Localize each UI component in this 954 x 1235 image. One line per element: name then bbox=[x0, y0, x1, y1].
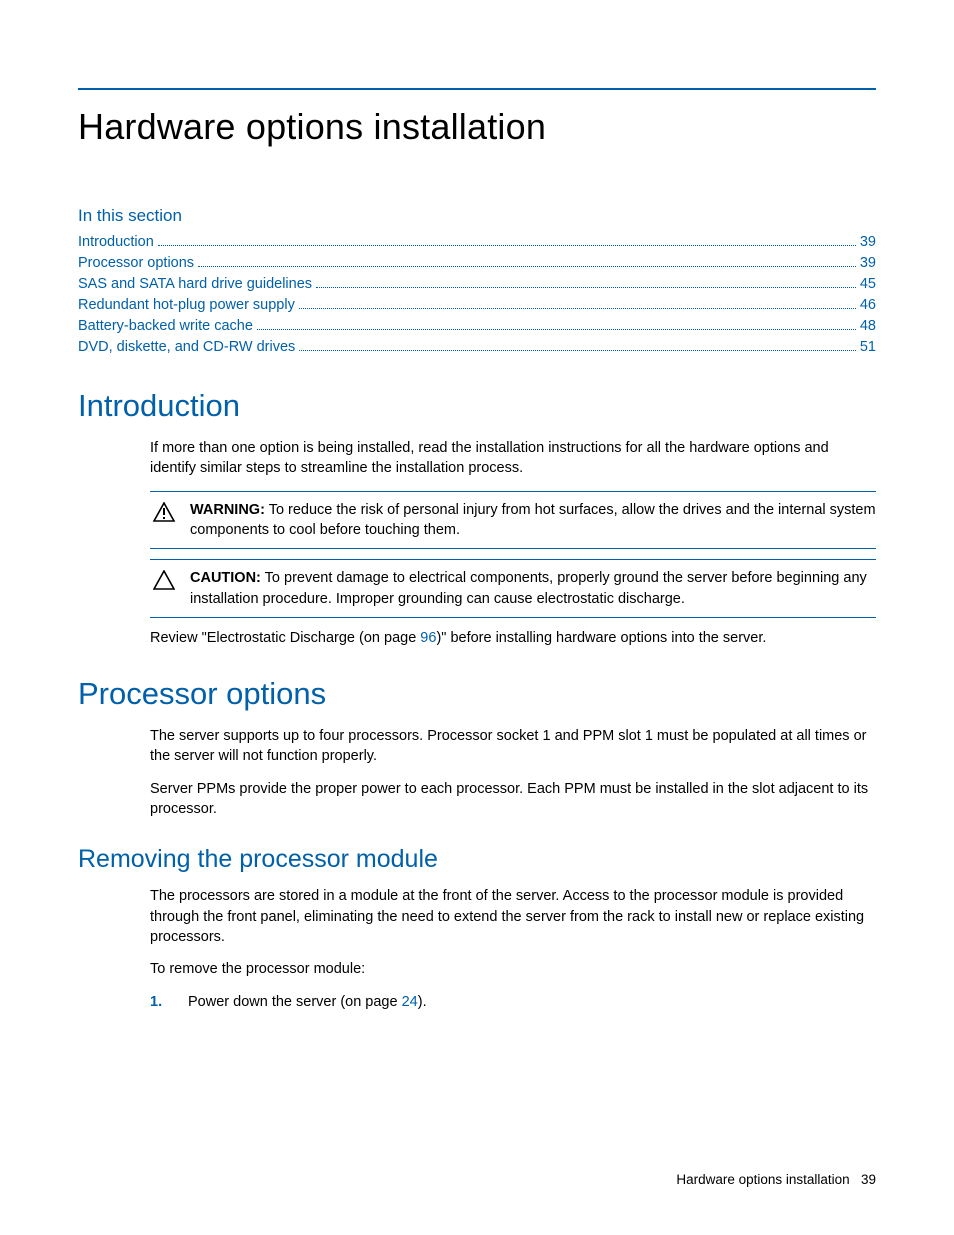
warning-box: WARNING: To reduce the risk of personal … bbox=[150, 491, 876, 550]
toc-row: Introduction 39 bbox=[78, 232, 876, 253]
toc-link-processor-options[interactable]: Processor options bbox=[78, 253, 194, 274]
toc-dots bbox=[257, 329, 856, 330]
heading-processor-options: Processor options bbox=[78, 676, 876, 712]
toc-link-dvd[interactable]: DVD, diskette, and CD-RW drives bbox=[78, 337, 295, 358]
top-rule bbox=[78, 88, 876, 90]
toc-link-sas-sata[interactable]: SAS and SATA hard drive guidelines bbox=[78, 274, 312, 295]
warning-body: To reduce the risk of personal injury fr… bbox=[190, 502, 876, 538]
heading-introduction: Introduction bbox=[78, 388, 876, 424]
removing-para-1: The processors are stored in a module at… bbox=[150, 886, 876, 947]
footer-text: Hardware options installation bbox=[676, 1172, 849, 1187]
toc-page[interactable]: 39 bbox=[860, 253, 876, 274]
footer-page-number: 39 bbox=[861, 1172, 876, 1187]
page-link-24[interactable]: 24 bbox=[402, 994, 418, 1010]
step-number: 1. bbox=[150, 992, 168, 1012]
toc-row: Processor options 39 bbox=[78, 253, 876, 274]
removing-para-2: To remove the processor module: bbox=[150, 959, 876, 979]
in-this-section-label: In this section bbox=[78, 206, 876, 226]
page-title: Hardware options installation bbox=[78, 106, 876, 148]
toc-row: Battery-backed write cache 48 bbox=[78, 316, 876, 337]
toc-dots bbox=[158, 245, 856, 246]
warning-label: WARNING: bbox=[190, 502, 265, 518]
heading-removing-module: Removing the processor module bbox=[78, 845, 876, 874]
toc-page[interactable]: 45 bbox=[860, 274, 876, 295]
step-text: Power down the server (on page 24). bbox=[188, 992, 427, 1012]
toc-row: SAS and SATA hard drive guidelines 45 bbox=[78, 274, 876, 295]
intro-para-1: If more than one option is being install… bbox=[150, 438, 876, 479]
toc-link-introduction[interactable]: Introduction bbox=[78, 232, 154, 253]
toc-page[interactable]: 46 bbox=[860, 295, 876, 316]
toc-page[interactable]: 51 bbox=[860, 337, 876, 358]
step1-pre: Power down the server (on page bbox=[188, 994, 402, 1010]
steps-list: 1. Power down the server (on page 24). bbox=[150, 992, 876, 1012]
toc-page[interactable]: 48 bbox=[860, 316, 876, 337]
processor-para-2: Server PPMs provide the proper power to … bbox=[150, 779, 876, 820]
caution-label: CAUTION: bbox=[190, 570, 261, 586]
toc-dots bbox=[299, 350, 856, 351]
toc: Introduction 39 Processor options 39 SAS… bbox=[78, 232, 876, 358]
toc-page[interactable]: 39 bbox=[860, 232, 876, 253]
toc-dots bbox=[299, 308, 856, 309]
list-item: 1. Power down the server (on page 24). bbox=[150, 992, 876, 1012]
toc-link-redundant-psu[interactable]: Redundant hot-plug power supply bbox=[78, 295, 295, 316]
warning-text: WARNING: To reduce the risk of personal … bbox=[190, 500, 876, 541]
toc-row: DVD, diskette, and CD-RW drives 51 bbox=[78, 337, 876, 358]
processor-para-1: The server supports up to four processor… bbox=[150, 726, 876, 767]
caution-text: CAUTION: To prevent damage to electrical… bbox=[190, 568, 876, 609]
toc-link-bbwc[interactable]: Battery-backed write cache bbox=[78, 316, 253, 337]
toc-row: Redundant hot-plug power supply 46 bbox=[78, 295, 876, 316]
toc-dots bbox=[316, 287, 856, 288]
review-post: )" before installing hardware options in… bbox=[436, 630, 766, 646]
caution-box: CAUTION: To prevent damage to electrical… bbox=[150, 559, 876, 618]
warning-icon bbox=[150, 500, 178, 541]
review-para: Review "Electrostatic Discharge (on page… bbox=[150, 628, 876, 648]
page-footer: Hardware options installation 39 bbox=[676, 1172, 876, 1187]
review-pre: Review "Electrostatic Discharge (on page bbox=[150, 630, 420, 646]
caution-icon bbox=[150, 568, 178, 609]
caution-body: To prevent damage to electrical componen… bbox=[190, 570, 867, 606]
toc-dots bbox=[198, 266, 856, 267]
page-link-96[interactable]: 96 bbox=[420, 630, 436, 646]
step1-post: ). bbox=[418, 994, 427, 1010]
